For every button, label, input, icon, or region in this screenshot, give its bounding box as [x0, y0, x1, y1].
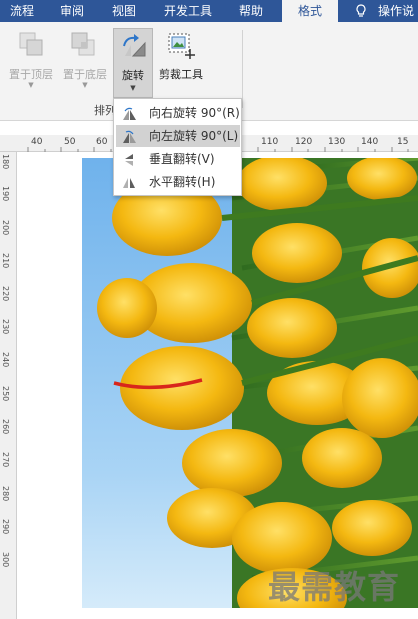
rotate-left-90-item[interactable]: 向左旋转 90°(L) [116, 125, 240, 147]
rotate-right-icon [121, 106, 137, 120]
tab-review[interactable]: 审阅 [50, 0, 94, 22]
tulip-photo[interactable] [82, 158, 418, 608]
ruler-mark: 220 [1, 286, 10, 302]
flip-horizontal-item[interactable]: 水平翻转(H) [116, 171, 240, 193]
rotate-left-icon [121, 129, 137, 143]
crop-tool-label: 剪裁工具 [159, 68, 203, 81]
ribbon-tab-bar: 流程 审阅 视图 开发工具 帮助 格式 操作说 [0, 0, 418, 22]
flip-vertical-label: 垂直翻转(V) [149, 152, 215, 166]
ribbon-divider [242, 30, 243, 108]
rotate-left-label: 向左旋转 90°(L) [149, 129, 239, 143]
bring-to-front-icon [19, 32, 45, 58]
tab-developer[interactable]: 开发工具 [155, 0, 221, 22]
watermark-text: 最需教育 [268, 568, 401, 606]
ruler-mark: 210 [1, 253, 10, 269]
flip-vertical-icon [121, 152, 137, 166]
ruler-mark: 180 [1, 154, 10, 170]
chevron-down-icon: ▼ [82, 81, 88, 89]
flip-horizontal-icon [121, 175, 137, 189]
lightbulb-icon[interactable] [353, 3, 369, 19]
tab-tell-me[interactable]: 操作说 [378, 0, 418, 22]
ruler-mark: 290 [1, 519, 10, 535]
ruler-mark: 250 [1, 386, 10, 402]
ruler-mark: 260 [1, 419, 10, 435]
ruler-mark: 270 [1, 452, 10, 468]
crop-tool-icon [166, 31, 196, 61]
rotate-right-90-item[interactable]: 向右旋转 90°(R) [116, 102, 240, 124]
ruler-mark: 300 [1, 552, 10, 568]
flip-vertical-item[interactable]: 垂直翻转(V) [116, 148, 240, 170]
flip-horizontal-label: 水平翻转(H) [149, 175, 216, 189]
send-to-back-icon [71, 32, 97, 58]
ruler-mark: 280 [1, 486, 10, 502]
rotate-menu: 向右旋转 90°(R) 向左旋转 90°(L) 垂直翻转(V) 水平翻转(H) [113, 98, 242, 196]
chevron-down-icon: ▼ [28, 81, 34, 89]
rotate-button[interactable]: 旋转 ▼ [113, 28, 153, 98]
ruler-mark: 200 [1, 220, 10, 236]
tab-flow[interactable]: 流程 [0, 0, 44, 22]
ruler-mark: 230 [1, 319, 10, 335]
bring-to-front-button[interactable]: 置于顶层 ▼ [5, 28, 57, 94]
crop-tool-button[interactable]: 剪裁工具 [154, 28, 208, 94]
ruler-mark: 190 [1, 186, 10, 202]
rotate-right-label: 向右旋转 90°(R) [149, 106, 240, 120]
chevron-down-icon: ▼ [130, 84, 136, 92]
vertical-ruler: 180 190 200 210 220 230 240 250 260 270 … [0, 152, 17, 619]
bring-to-front-label: 置于顶层 [9, 68, 53, 81]
tab-help[interactable]: 帮助 [229, 0, 273, 22]
send-to-back-button[interactable]: 置于底层 ▼ [59, 28, 111, 94]
tab-view[interactable]: 视图 [102, 0, 146, 22]
rotate-icon [120, 32, 148, 60]
tab-format[interactable]: 格式 [282, 0, 338, 22]
rotate-label: 旋转 [122, 69, 144, 82]
ruler-mark: 240 [1, 352, 10, 368]
send-to-back-label: 置于底层 [63, 68, 107, 81]
